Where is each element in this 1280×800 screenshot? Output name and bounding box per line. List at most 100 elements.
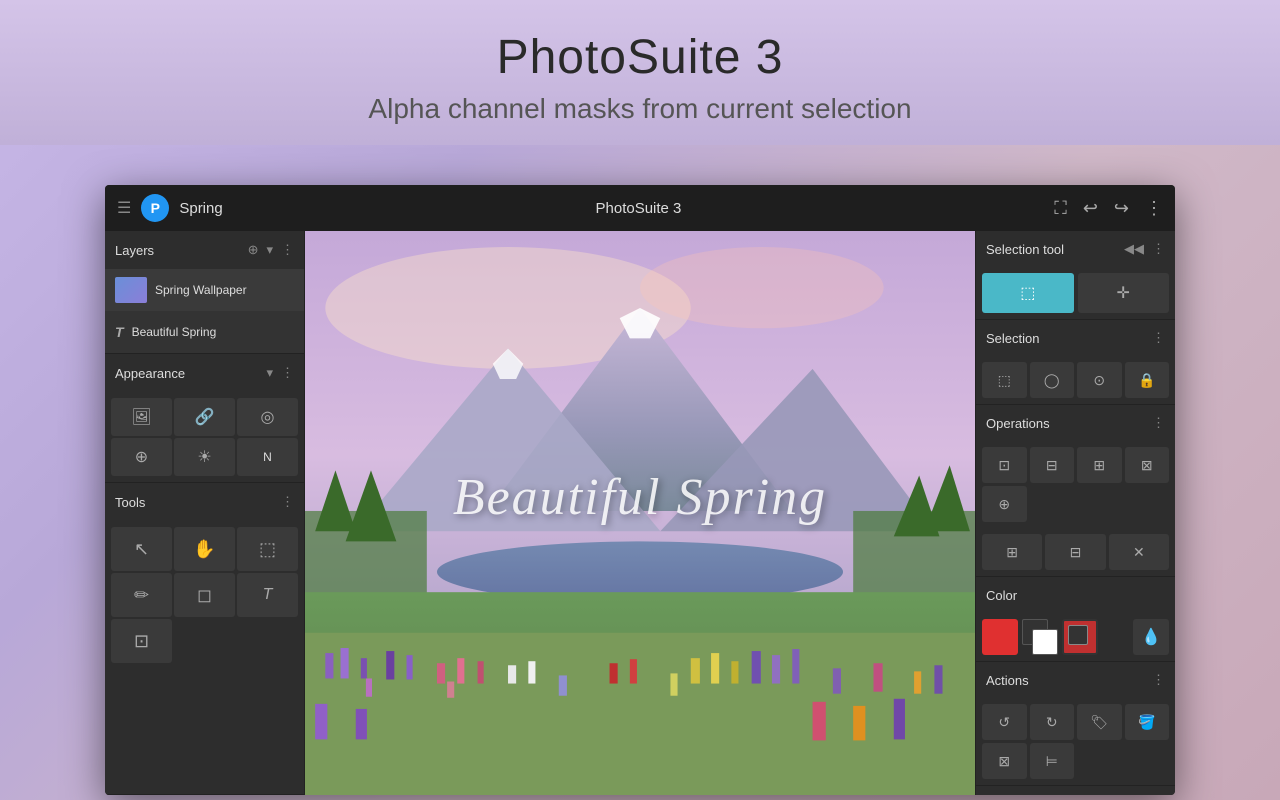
foreground-color-swatch[interactable] — [982, 619, 1018, 655]
layer-text-icon: T — [115, 324, 124, 340]
appearance-more-icon[interactable]: ⋮ — [281, 365, 294, 381]
layers-chevron-icon[interactable]: ▾ — [266, 242, 273, 258]
actions-section: Actions ⋮ ↺ ↻ 🏷 🪣 ⊠ ⊨ — [976, 662, 1175, 786]
add-layer-icon[interactable]: ⊕ — [248, 242, 259, 258]
left-panel: Layers ⊕ ▾ ⋮ Spring Wallpaper — [105, 231, 305, 795]
operations-title: Operations — [986, 416, 1152, 431]
right-panel: Selection tool ◀◀ ⋮ ⬚ ✛ Selection ⋮ ⬚ ◯ — [975, 231, 1175, 795]
appearance-title: Appearance — [115, 366, 266, 381]
text-tool[interactable]: T — [237, 573, 298, 617]
selection-more-icon[interactable]: ⋮ — [1152, 330, 1165, 346]
canvas-area: Beautiful Spring — [305, 231, 975, 795]
layers-more-icon[interactable]: ⋮ — [281, 242, 294, 258]
more-options-icon[interactable]: ⋮ — [1145, 198, 1163, 219]
layers-header: Layers ⊕ ▾ ⋮ — [105, 231, 304, 269]
op-btn-3[interactable]: ⊞ — [1077, 447, 1122, 483]
appearance-image-btn[interactable]: 🖼 — [111, 398, 172, 436]
operations-header: Operations ⋮ — [976, 405, 1175, 441]
op-btn-4[interactable]: ⊠ — [1125, 447, 1170, 483]
op-grid-btn-1[interactable]: ⊞ — [982, 534, 1042, 570]
sel-ellipse-icon[interactable]: ◯ — [1030, 362, 1075, 398]
color-overlay-swatch[interactable] — [1062, 619, 1098, 655]
redo-icon[interactable]: ↪ — [1114, 198, 1129, 219]
appearance-header-icons: ▾ ⋮ — [266, 365, 294, 381]
selection-icons: ⬚ ◯ ⊙ 🔒 — [976, 356, 1175, 404]
tools-more-icon[interactable]: ⋮ — [281, 494, 294, 510]
fg-bg-swatch[interactable] — [1022, 619, 1058, 655]
selection-tool-header: Selection tool ◀◀ ⋮ — [976, 231, 1175, 267]
op-grid-btn-2[interactable]: ⊟ — [1045, 534, 1105, 570]
action-rotate-cw[interactable]: ↻ — [1030, 704, 1075, 740]
app-name: Spring — [179, 200, 222, 217]
operations-icons-row2: ⊞ ⊟ ✕ — [976, 528, 1175, 576]
op-btn-1[interactable]: ⊡ — [982, 447, 1027, 483]
title-bar-actions: ⛶ ↩ ↪ ⋮ — [1054, 198, 1163, 219]
header-subtitle: Alpha channel masks from current selecti… — [0, 93, 1280, 125]
undo-icon[interactable]: ↩ — [1083, 198, 1098, 219]
layer-name-wallpaper: Spring Wallpaper — [155, 283, 247, 297]
operations-more-icon[interactable]: ⋮ — [1152, 415, 1165, 431]
action-fill[interactable]: 🪣 — [1125, 704, 1170, 740]
appearance-grid: 🖼 🔗 ◎ ⊕ ☀ N — [105, 392, 304, 482]
action-rotate-ccw[interactable]: ↺ — [982, 704, 1027, 740]
operation-layer-header: Operation layer ⋮ — [976, 786, 1175, 795]
action-mask-out[interactable]: ⊠ — [982, 743, 1027, 779]
color-header: Color — [976, 577, 1175, 613]
menu-icon[interactable]: ☰ — [117, 198, 131, 218]
operations-icons-row1: ⊡ ⊟ ⊞ ⊠ ⊕ — [976, 441, 1175, 528]
layers-list: Spring Wallpaper T Beautiful Spring — [105, 269, 304, 353]
canvas-image: Beautiful Spring — [305, 231, 975, 795]
window-title: PhotoSuite 3 — [223, 200, 1055, 217]
selection-tool-back-icon[interactable]: ◀◀ — [1124, 241, 1144, 257]
appearance-chevron-icon[interactable]: ▾ — [266, 365, 273, 381]
appearance-sun-btn[interactable]: ☀ — [174, 438, 235, 476]
layers-header-icons: ⊕ ▾ ⋮ — [248, 242, 294, 258]
op-btn-2[interactable]: ⊟ — [1030, 447, 1075, 483]
selection-header: Selection ⋮ — [976, 320, 1175, 356]
appearance-link-btn[interactable]: 🔗 — [174, 398, 235, 436]
appearance-section: Appearance ▾ ⋮ 🖼 🔗 ◎ ⊕ ☀ N — [105, 354, 304, 483]
tools-title: Tools — [115, 495, 281, 510]
op-btn-5[interactable]: ⊕ — [982, 486, 1027, 522]
actions-title: Actions — [986, 673, 1152, 688]
actions-more-icon[interactable]: ⋮ — [1152, 672, 1165, 688]
appearance-circle-btn[interactable]: ◎ — [237, 398, 298, 436]
eyedropper-btn[interactable]: 💧 — [1133, 619, 1169, 655]
color-swatches: 💧 — [976, 613, 1175, 661]
sel-rect-icon[interactable]: ⬚ — [982, 362, 1027, 398]
selection-rect-tool[interactable]: ⬚ — [237, 527, 298, 571]
selection-tool-buttons: ⬚ ✛ — [976, 267, 1175, 319]
tools-grid: ↖ ✋ ⬚ ✏ ◻ T ⊡ — [105, 521, 304, 669]
hand-tool[interactable]: ✋ — [174, 527, 235, 571]
sel-lasso-icon[interactable]: ⊙ — [1077, 362, 1122, 398]
layer-item-spring-wallpaper[interactable]: Spring Wallpaper — [105, 269, 304, 311]
tools-section: Tools ⋮ ↖ ✋ ⬚ ✏ ◻ T ⊡ — [105, 483, 304, 795]
app-logo: P — [141, 194, 169, 222]
sel-lock-icon[interactable]: 🔒 — [1125, 362, 1170, 398]
main-content: Layers ⊕ ▾ ⋮ Spring Wallpaper — [105, 231, 1175, 795]
action-mask-in[interactable]: ⊨ — [1030, 743, 1075, 779]
select-move-tool[interactable]: ↖ — [111, 527, 172, 571]
appearance-n-btn[interactable]: N — [237, 438, 298, 476]
selection-tool-more-icon[interactable]: ⋮ — [1152, 241, 1165, 257]
brush-tool[interactable]: ✏ — [111, 573, 172, 617]
crop-tool[interactable]: ⊡ — [111, 619, 172, 663]
selection-tool-section: Selection tool ◀◀ ⋮ ⬚ ✛ — [976, 231, 1175, 320]
selection-move-btn[interactable]: ✛ — [1078, 273, 1170, 313]
tools-header: Tools ⋮ — [105, 483, 304, 521]
appearance-globe-btn[interactable]: ⊕ — [111, 438, 172, 476]
appearance-header: Appearance ▾ ⋮ — [105, 354, 304, 392]
operation-layer-section: Operation layer ⋮ — [976, 786, 1175, 795]
layer-item-beautiful-spring[interactable]: T Beautiful Spring — [105, 311, 304, 353]
operations-section: Operations ⋮ ⊡ ⊟ ⊞ ⊠ ⊕ ⊞ ⊟ ✕ — [976, 405, 1175, 577]
app-header: PhotoSuite 3 Alpha channel masks from cu… — [0, 0, 1280, 145]
fullscreen-icon[interactable]: ⛶ — [1054, 198, 1067, 219]
header-title: PhotoSuite 3 — [0, 30, 1280, 85]
selection-rect-btn[interactable]: ⬚ — [982, 273, 1074, 313]
op-x-btn[interactable]: ✕ — [1109, 534, 1169, 570]
actions-icons: ↺ ↻ 🏷 🪣 ⊠ ⊨ — [976, 698, 1175, 785]
eraser-tool[interactable]: ◻ — [174, 573, 235, 617]
color-section: Color 💧 — [976, 577, 1175, 662]
action-tag[interactable]: 🏷 — [1077, 704, 1122, 740]
selection-section: Selection ⋮ ⬚ ◯ ⊙ 🔒 — [976, 320, 1175, 405]
